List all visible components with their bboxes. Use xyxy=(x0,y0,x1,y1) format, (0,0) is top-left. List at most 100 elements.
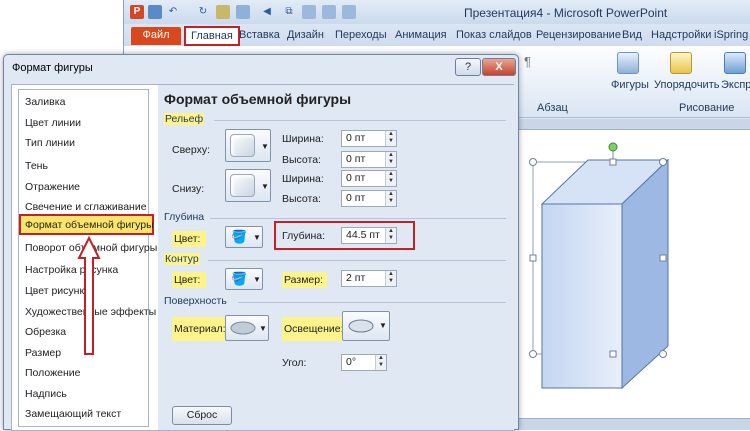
group-paragraph-label: Абзац xyxy=(537,102,568,114)
quick-styles-icon[interactable] xyxy=(724,52,746,74)
category-item[interactable]: Тень xyxy=(25,160,48,172)
tab-transitions[interactable]: Переходы xyxy=(330,27,392,45)
spinner-arrows[interactable]: ▲ ▼ xyxy=(385,152,396,167)
contour-color-dropdown[interactable]: 🪣 ▼ xyxy=(225,268,263,290)
section-divider xyxy=(214,120,506,121)
quick-access-icon[interactable] xyxy=(302,5,316,19)
bottom-width-input[interactable]: 0 пт ▲ ▼ xyxy=(341,170,397,187)
group-drawing-label: Рисование xyxy=(679,102,735,114)
quick-access-icon[interactable]: ⧉ xyxy=(282,5,296,19)
shapes-button[interactable]: Фигуры xyxy=(611,79,649,91)
tab-slideshow[interactable]: Показ слайдов xyxy=(451,27,537,45)
chevron-down-icon: ▼ xyxy=(261,142,269,151)
section-divider xyxy=(208,260,506,261)
tab-addins[interactable]: Надстройки xyxy=(646,27,716,45)
reset-button[interactable]: Сброс xyxy=(172,406,232,425)
contour-color-label: Цвет: xyxy=(172,272,207,288)
depth-color-dropdown[interactable]: 🪣 ▼ xyxy=(225,226,263,248)
contour-size-value: 2 пт xyxy=(346,272,366,284)
category-item[interactable]: Свечение и сглаживание xyxy=(25,201,147,213)
top-width-input[interactable]: 0 пт ▲ ▼ xyxy=(341,130,397,147)
spinner-arrows[interactable]: ▲ ▼ xyxy=(385,228,396,243)
resize-handle xyxy=(529,158,537,166)
resize-handle xyxy=(659,350,667,358)
dialog-body: Заливка Цвет линии Тип линии Тень Отраже… xyxy=(11,84,514,431)
category-item[interactable]: Цвет линии xyxy=(25,117,81,129)
section-divider xyxy=(238,302,506,303)
rotation-handle xyxy=(608,142,618,152)
tab-ispring[interactable]: iSpring xyxy=(709,27,750,45)
angle-value: 0° xyxy=(346,356,357,368)
quick-access-icon[interactable] xyxy=(216,5,230,19)
quick-access-icon[interactable] xyxy=(342,5,356,19)
paint-bucket-icon: 🪣 xyxy=(231,229,248,244)
category-item[interactable]: Положение xyxy=(25,367,81,379)
3d-format-panel: Формат объемной фигуры Рельеф Сверху: ▼ … xyxy=(158,85,514,430)
lighting-dropdown[interactable]: ▼ xyxy=(342,311,390,341)
bevel-preview-icon xyxy=(230,174,255,197)
quick-access-icon[interactable] xyxy=(236,5,250,19)
category-item[interactable]: Размер xyxy=(25,347,61,359)
category-item[interactable]: Отражение xyxy=(25,181,80,193)
redo-icon[interactable]: ↻ xyxy=(196,5,210,19)
quick-styles-button[interactable]: Экспресс xyxy=(721,79,750,91)
category-item-selected[interactable]: Формат объемной фигуры xyxy=(25,219,154,231)
bottom-height-label: Высота: xyxy=(282,193,321,205)
slide[interactable] xyxy=(517,129,750,419)
chevron-down-icon: ▼ xyxy=(259,324,267,333)
category-item[interactable]: Тип линии xyxy=(25,137,75,149)
shapes-icon[interactable] xyxy=(617,52,639,74)
angle-input[interactable]: 0° ▲ ▼ xyxy=(341,354,387,371)
panel-title: Формат объемной фигуры xyxy=(164,91,352,107)
quick-access-icon[interactable] xyxy=(322,5,336,19)
lighting-icon xyxy=(348,319,374,333)
category-item[interactable]: Надпись xyxy=(25,388,67,400)
tab-review[interactable]: Рецензирование xyxy=(531,27,626,45)
shape-front-face xyxy=(541,203,623,389)
tab-design[interactable]: Дизайн xyxy=(282,27,329,45)
bottom-width-label: Ширина: xyxy=(282,173,324,185)
contour-size-input[interactable]: 2 пт ▲ ▼ xyxy=(341,270,397,287)
tab-insert[interactable]: Вставка xyxy=(234,27,285,45)
close-icon[interactable]: X xyxy=(482,58,516,76)
chevron-down-icon: ▼ xyxy=(261,182,269,191)
window-title: Презентация4 - Microsoft PowerPoint xyxy=(464,6,668,20)
chevron-down-icon: ▼ xyxy=(253,233,261,242)
spinner-arrows[interactable]: ▲ ▼ xyxy=(385,131,396,146)
material-dropdown[interactable]: ▼ xyxy=(225,315,269,341)
resize-handle xyxy=(609,158,617,166)
save-icon[interactable] xyxy=(148,5,162,19)
depth-input[interactable]: 44.5 пт ▲ ▼ xyxy=(341,227,397,244)
section-divider xyxy=(210,218,506,219)
category-item[interactable]: Заливка xyxy=(25,96,65,108)
bottom-height-value: 0 пт xyxy=(346,192,366,204)
top-width-value: 0 пт xyxy=(346,132,366,144)
bottom-height-input[interactable]: 0 пт ▲ ▼ xyxy=(341,190,397,207)
material-icon xyxy=(230,321,256,335)
top-bevel-dropdown[interactable]: ▼ xyxy=(225,129,271,162)
spinner-arrows[interactable]: ▲ ▼ xyxy=(385,191,396,206)
undo-icon[interactable]: ↶ xyxy=(166,5,180,19)
arrange-icon[interactable] xyxy=(670,52,692,74)
spinner-arrows[interactable]: ▲ ▼ xyxy=(385,271,396,286)
spinner-arrows[interactable]: ▲ ▼ xyxy=(375,355,386,370)
bottom-bevel-dropdown[interactable]: ▼ xyxy=(225,169,271,202)
powerpoint-logo-icon[interactable]: P xyxy=(130,5,144,19)
category-item[interactable]: Настройка рисунка xyxy=(25,264,118,276)
top-height-input[interactable]: 0 пт ▲ ▼ xyxy=(341,151,397,168)
bottom-width-value: 0 пт xyxy=(346,172,366,184)
arrange-button[interactable]: Упорядочить xyxy=(654,79,719,91)
category-item[interactable]: Обрезка xyxy=(25,326,66,338)
arrow-icon[interactable]: ◀ xyxy=(260,5,274,19)
tab-animation[interactable]: Анимация xyxy=(390,27,452,45)
help-icon[interactable]: ? xyxy=(455,58,481,76)
resize-handle xyxy=(659,158,667,166)
spinner-arrows[interactable]: ▲ ▼ xyxy=(385,171,396,186)
paragraph-marks-icon[interactable]: ¶ xyxy=(524,54,531,69)
selected-3d-shape[interactable] xyxy=(518,130,750,420)
tab-home[interactable]: Главная xyxy=(184,26,240,46)
tab-file[interactable]: Файл xyxy=(131,27,181,45)
category-item[interactable]: Замещающий текст xyxy=(25,408,121,420)
section-contour: Контур xyxy=(164,253,200,265)
tab-view[interactable]: Вид xyxy=(617,27,647,45)
